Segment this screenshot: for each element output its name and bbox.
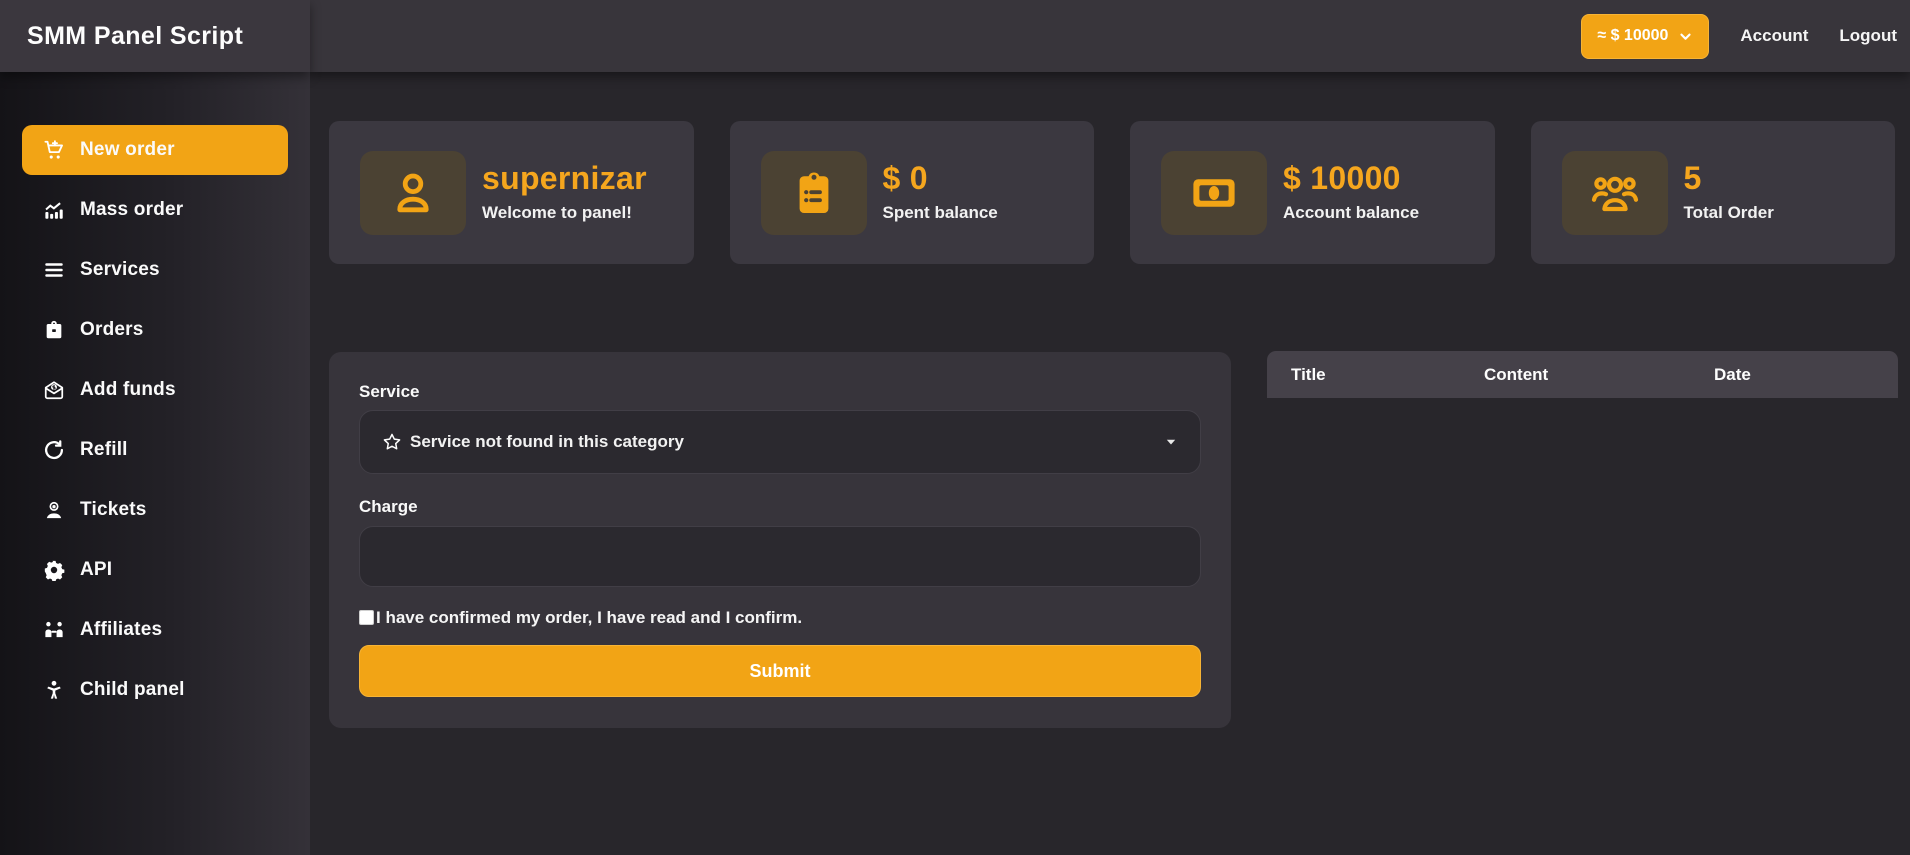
sidebar: SMM Panel Script New order Mass order Se… [0, 0, 310, 855]
stat-label: Total Order [1684, 203, 1774, 223]
star-icon [382, 432, 402, 452]
list-icon [43, 259, 65, 281]
column-content: Content [1460, 365, 1690, 385]
sidebar-nav: New order Mass order Services Orders [0, 72, 310, 715]
new-order-form: Service Service not found in this catego… [329, 352, 1231, 728]
sidebar-item-api[interactable]: API [22, 545, 288, 595]
user-ticket-icon [43, 499, 65, 521]
stat-label: Spent balance [883, 203, 998, 223]
sidebar-item-label: Orders [80, 319, 144, 341]
sidebar-item-tickets[interactable]: Tickets [22, 485, 288, 535]
stat-label: Account balance [1283, 203, 1419, 223]
column-title: Title [1267, 365, 1460, 385]
money-icon [1161, 151, 1267, 235]
main-content: supernizar Welcome to panel! $ 0 Spent b… [310, 72, 1910, 855]
balance-label: ≈ $ 10000 [1597, 27, 1668, 45]
clipboard-icon [761, 151, 867, 235]
charge-label: Charge [359, 497, 1201, 517]
sidebar-item-label: New order [80, 139, 175, 161]
stat-cards: supernizar Welcome to panel! $ 0 Spent b… [329, 121, 1895, 264]
stat-value: supernizar [482, 162, 647, 196]
chart-bars-icon [43, 199, 65, 221]
balance-dropdown-button[interactable]: ≈ $ 10000 [1581, 14, 1709, 59]
sidebar-item-label: Child panel [80, 679, 185, 701]
submit-button[interactable]: Submit [359, 645, 1201, 697]
column-date: Date [1690, 365, 1898, 385]
caret-down-icon [1164, 435, 1178, 449]
child-icon [43, 679, 65, 701]
stat-value: 5 [1684, 162, 1774, 196]
sidebar-item-label: Tickets [80, 499, 147, 521]
people-icon [43, 619, 65, 641]
sync-icon [43, 439, 65, 461]
confirm-checkbox[interactable] [359, 610, 374, 625]
stat-card-welcome: supernizar Welcome to panel! [329, 121, 694, 264]
sidebar-item-add-funds[interactable]: Add funds [22, 365, 288, 415]
charge-input[interactable] [359, 526, 1201, 587]
user-icon [360, 151, 466, 235]
service-selected-value: Service not found in this category [410, 432, 684, 452]
users-icon [1562, 151, 1668, 235]
chevron-down-icon [1678, 29, 1693, 44]
sidebar-item-child-panel[interactable]: Child panel [22, 665, 288, 715]
sidebar-item-orders[interactable]: Orders [22, 305, 288, 355]
updates-table: Title Content Date [1267, 351, 1898, 398]
sidebar-item-refill[interactable]: Refill [22, 425, 288, 475]
envelope-dollar-icon [43, 379, 65, 401]
stat-value: $ 0 [883, 162, 998, 196]
sidebar-item-label: Mass order [80, 199, 183, 221]
stat-card-spent-balance: $ 0 Spent balance [730, 121, 1095, 264]
confirm-row: I have confirmed my order, I have read a… [359, 608, 1201, 628]
brand: SMM Panel Script [0, 0, 310, 72]
sidebar-item-mass-order[interactable]: Mass order [22, 185, 288, 235]
gear-icon [43, 559, 65, 581]
topbar: ≈ $ 10000 Account Logout [310, 0, 1910, 72]
stat-value: $ 10000 [1283, 162, 1419, 196]
briefcase-icon [43, 319, 65, 341]
stat-card-account-balance: $ 10000 Account balance [1130, 121, 1495, 264]
cart-plus-icon [43, 139, 65, 161]
account-link[interactable]: Account [1740, 26, 1808, 46]
sidebar-item-label: Services [80, 259, 160, 281]
sidebar-item-label: API [80, 559, 112, 581]
service-select[interactable]: Service not found in this category [359, 410, 1201, 474]
confirm-label: I have confirmed my order, I have read a… [376, 608, 802, 628]
sidebar-item-label: Add funds [80, 379, 176, 401]
sidebar-item-affiliates[interactable]: Affiliates [22, 605, 288, 655]
logout-link[interactable]: Logout [1839, 26, 1897, 46]
sidebar-item-services[interactable]: Services [22, 245, 288, 295]
brand-title: SMM Panel Script [27, 22, 243, 51]
stat-label: Welcome to panel! [482, 203, 647, 223]
table-header: Title Content Date [1267, 351, 1898, 398]
sidebar-item-label: Affiliates [80, 619, 162, 641]
sidebar-item-new-order[interactable]: New order [22, 125, 288, 175]
sidebar-item-label: Refill [80, 439, 128, 461]
service-label: Service [359, 382, 1201, 402]
stat-card-total-order: 5 Total Order [1531, 121, 1896, 264]
